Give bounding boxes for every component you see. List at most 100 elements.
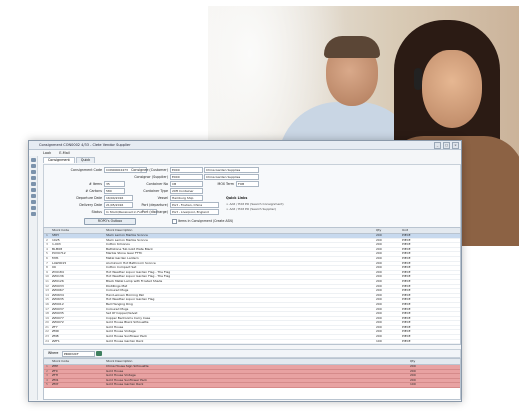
stock-code: MYR	[52, 256, 59, 260]
unit: PIECE	[402, 261, 411, 265]
col-stock-description[interactable]: Stock Description	[104, 359, 388, 364]
close-icon[interactable]: ×	[452, 142, 459, 149]
delivery-date-label: Delivery Date	[79, 203, 102, 207]
col-stock-code[interactable]: Stock Code	[50, 228, 104, 233]
unit: PIECE	[402, 316, 411, 320]
qty: 200	[376, 284, 382, 288]
stock-description: Marble Stone Gear FTTC	[106, 252, 143, 256]
row-flag	[354, 308, 376, 312]
row-flag	[354, 330, 376, 334]
missing-item-row[interactable]: 5 ZM7 Gold House Garden Rack 100	[44, 383, 460, 388]
maximize-icon[interactable]: □	[443, 142, 450, 149]
stock-description: Gold House	[106, 325, 124, 329]
qty: 200	[376, 279, 382, 283]
tab-quick[interactable]: Quick	[75, 157, 96, 163]
port-departure-select[interactable]: Port - Foshan, China	[170, 202, 219, 208]
container-no-field[interactable]: CB	[170, 181, 203, 187]
qty: 200	[376, 335, 382, 339]
tool-icon[interactable]	[30, 158, 36, 162]
col-qty[interactable]: Qty	[376, 228, 402, 233]
consignor-code-field[interactable]: E000	[170, 174, 203, 180]
row-flag	[354, 303, 376, 307]
unit: PIECE	[402, 238, 411, 242]
tool-icon[interactable]	[30, 164, 36, 168]
quick-link-consignment[interactable]: > Add / Edit PO (Search Consignment)	[226, 202, 284, 206]
col-unit[interactable]: Unit	[402, 228, 460, 233]
port-discharge-label: Port (discharge)	[141, 210, 168, 214]
stock-code: ZHP	[52, 365, 59, 368]
unit: PIECE	[402, 298, 411, 302]
unit: PIECE	[402, 330, 411, 334]
qty: 200	[376, 247, 382, 251]
items-field[interactable]: 35	[104, 181, 125, 187]
stock-description: Gold House Black Silhouette	[106, 321, 149, 325]
qty: 200	[376, 270, 382, 274]
stock-code: BLM08	[52, 247, 63, 251]
qty: 200	[376, 293, 382, 297]
stock-description: Bathstone Tub Gold Plate Black	[106, 247, 153, 251]
row-flag	[354, 243, 376, 247]
stock-code: ZZ0634	[52, 293, 64, 297]
stock-code: SMH	[52, 234, 59, 237]
consignee-code-field[interactable]: E000	[170, 167, 203, 173]
stock-code: ZZ0136	[52, 275, 64, 279]
tool-icon[interactable]	[30, 194, 36, 198]
stock-description: Hot Weather Liquor Garden Flag - The Fla…	[106, 270, 171, 274]
container-type-select[interactable]: 20ft Container	[170, 188, 203, 194]
tool-icon[interactable]	[30, 176, 36, 180]
col-qty[interactable]: Qty	[410, 359, 460, 364]
consignee-name-field[interactable]: China Garden Supplies	[204, 167, 259, 173]
stock-code: LAW0015	[52, 261, 67, 265]
qty: 200	[376, 316, 382, 320]
qty: 200	[376, 275, 382, 279]
pos-outbox-button[interactable]: ROPO's Outbox	[84, 218, 136, 225]
headset-icon	[414, 68, 422, 90]
window-titlebar[interactable]: Consignment CON0002 4/33 - Clete Vendor …	[29, 141, 461, 150]
stock-code: ZZ0067	[52, 289, 64, 293]
mode-select[interactable]: FOB	[236, 181, 259, 187]
consignee-label: Consignee (Customer)	[131, 168, 168, 172]
row-flag	[388, 365, 410, 369]
cartons-field[interactable]: 580	[104, 188, 125, 194]
stock-code: ZZ0126	[52, 279, 64, 283]
tool-icon[interactable]	[30, 206, 36, 210]
create-asn-checkbox[interactable]	[172, 219, 177, 224]
missing-items-grid: Stock Code Stock Description Qty 1 ZHP Chi…	[43, 358, 461, 400]
item-row[interactable]: 24 ZZF1 Gold House Garden Rack 100 PIECE	[44, 340, 460, 345]
vessel-field[interactable]: Hamburg Ship	[170, 195, 203, 201]
stock-code: ZF7	[52, 325, 58, 329]
stock-description: Gold House Sunflower Pack	[106, 378, 148, 382]
row-flag	[354, 340, 376, 344]
port-discharge-select[interactable]: Port - Liverpool, England	[170, 209, 219, 215]
filter-field[interactable]: PRODUCT	[62, 351, 95, 357]
tool-icon[interactable]	[30, 212, 36, 216]
unit: PIECE	[402, 321, 411, 325]
tab-consignment[interactable]: Consignment	[43, 157, 75, 163]
row-flag	[354, 285, 376, 289]
menu-look[interactable]: Look	[43, 151, 51, 155]
minimize-icon[interactable]: _	[434, 142, 441, 149]
quick-links-title: Quick Links	[226, 196, 248, 200]
tool-icon[interactable]	[30, 170, 36, 174]
stock-code: ZZ0012	[52, 302, 64, 306]
cartons-label: # Cartons	[85, 189, 102, 193]
menu-email[interactable]: E-Mail	[59, 151, 70, 155]
tool-icon[interactable]	[30, 200, 36, 204]
consignor-name-field[interactable]: China Garden Supplies	[204, 174, 259, 180]
stock-code: ZZ0037	[52, 307, 64, 311]
qty: 200	[376, 330, 382, 334]
col-stock-code[interactable]: Stock Code	[50, 359, 104, 364]
qty: 200	[376, 243, 382, 247]
tool-icon[interactable]	[30, 182, 36, 186]
col-stock-description[interactable]: Stock Description	[104, 228, 354, 233]
row-flag	[354, 234, 376, 238]
tab-strip: Consignment Quick	[43, 157, 96, 163]
tool-icon[interactable]	[30, 188, 36, 192]
qty: 200	[376, 261, 382, 265]
stock-description: Cotton Kimonos	[106, 243, 130, 247]
stock-code: ZFH	[52, 374, 59, 378]
quick-link-supplier[interactable]: > Add / Edit PO (Search Supplier)	[226, 207, 276, 211]
row-flag	[354, 239, 376, 243]
row-flag	[354, 280, 376, 284]
filter-go-icon[interactable]	[96, 351, 102, 356]
